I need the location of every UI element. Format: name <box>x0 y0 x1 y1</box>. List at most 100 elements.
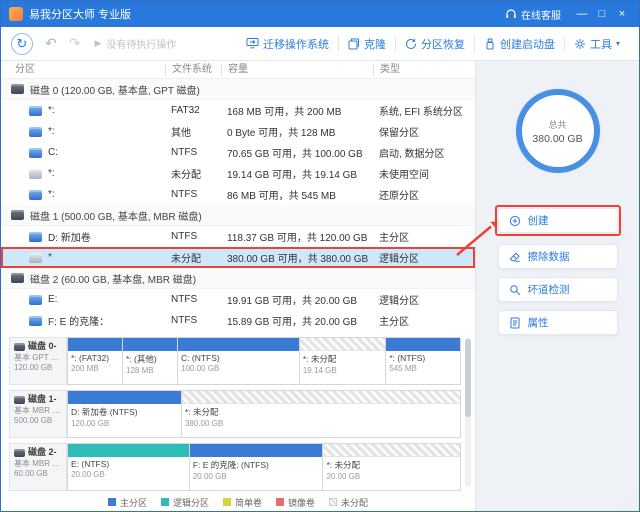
partition-table: 分区 文件系统 容量 类型 磁盘 0 (120.00 GB, 基本盘, GPT … <box>1 61 475 331</box>
disk-icon <box>11 273 24 283</box>
column-header-partition[interactable]: 分区 <box>9 64 165 76</box>
disk-map-segment[interactable]: C: (NTFS)100.00 GB <box>177 338 299 384</box>
column-header-filesystem[interactable]: 文件系统 <box>165 64 221 76</box>
partition-row[interactable]: *: NTFS 86 MB 可用，共 545 MB 还原分区 <box>1 184 475 205</box>
partition-name: *: <box>48 105 55 116</box>
partition-row[interactable]: *: 未分配 19.14 GB 可用，共 19.14 GB 未使用空间 <box>1 163 475 184</box>
disk-map-segment[interactable]: E: (NTFS)20.00 GB <box>67 444 189 490</box>
close-button[interactable]: × <box>613 5 631 23</box>
chevron-down-icon: ▾ <box>616 39 620 48</box>
disk-map-row-2: 磁盘 2- 基本 MBR 磁盘 60.00 GB E: (NTFS)20.00 … <box>9 443 461 491</box>
partition-icon <box>29 127 42 137</box>
refresh-button[interactable]: ↻ <box>11 33 33 55</box>
title-bar: 易我分区大师 专业版 在线客服 — □ × <box>1 1 639 27</box>
partition-name: *: <box>48 189 55 200</box>
partition-icon <box>29 232 42 242</box>
action-panel: 总共 380.00 GB 创建 擦除数据 坏道检测 <box>475 61 639 511</box>
disk-map-segment[interactable]: *: (其他)128 MB <box>122 338 177 384</box>
partition-type-legend: 主分区 逻辑分区 简单卷 镜像卷 未分配 <box>1 493 475 511</box>
partition-recovery-icon <box>405 38 417 50</box>
disk-group-header-1[interactable]: 磁盘 1 (500.00 GB, 基本盘, MBR 磁盘) <box>1 205 475 226</box>
partition-icon <box>29 190 42 200</box>
pending-operations-button[interactable]: ▶ 没有待执行操作 <box>94 36 176 51</box>
partition-name: * <box>48 252 52 263</box>
disk-map-segment[interactable]: *: (FAT32)200 MB <box>67 338 122 384</box>
create-bootable-media-button[interactable]: 创建启动盘 <box>475 36 564 52</box>
mirror-volume-swatch <box>276 498 284 506</box>
legend-item: 简单卷 <box>223 496 262 509</box>
properties-button[interactable]: 属性 <box>498 310 618 335</box>
legend-item: 未分配 <box>329 496 368 509</box>
legend-item: 逻辑分区 <box>161 496 209 509</box>
disk-map-label-1[interactable]: 磁盘 1- 基本 MBR 磁盘 500.00 GB <box>9 390 67 438</box>
donut-label: 总共 <box>548 118 566 131</box>
partition-icon <box>29 295 42 305</box>
erase-data-button[interactable]: 擦除数据 <box>498 244 618 269</box>
partition-icon <box>29 106 42 116</box>
tools-menu-button[interactable]: 工具 ▾ <box>565 36 629 52</box>
gear-icon <box>574 38 586 50</box>
disk-map-bar: D: 新加卷 (NTFS)120.00 GB *: 未分配380.00 GB <box>67 390 461 438</box>
disk-map-label-2[interactable]: 磁盘 2- 基本 MBR 磁盘 60.00 GB <box>9 443 67 491</box>
partition-capacity: 0 Byte 可用，共 128 MB <box>221 124 373 139</box>
disk-map-segment[interactable]: F: E 的克隆: (NTFS)20.00 GB <box>189 444 323 490</box>
partition-filesystem: NTFS <box>165 189 221 200</box>
partition-filesystem: NTFS <box>165 294 221 305</box>
scrollbar[interactable] <box>465 337 471 487</box>
partition-filesystem: FAT32 <box>165 105 221 116</box>
create-button[interactable]: 创建 <box>498 208 618 233</box>
disk-group-header-2[interactable]: 磁盘 2 (60.00 GB, 基本盘, MBR 磁盘) <box>1 268 475 289</box>
disk-map-segment[interactable]: D: 新加卷 (NTFS)120.00 GB <box>67 391 181 437</box>
scrollbar-thumb[interactable] <box>465 339 471 417</box>
clone-icon <box>348 38 360 50</box>
partition-row[interactable]: *: 其他 0 Byte 可用，共 128 MB 保留分区 <box>1 121 475 142</box>
create-label: 创建 <box>528 213 549 228</box>
bad-sector-test-button[interactable]: 坏道检测 <box>498 277 618 302</box>
disk-icon <box>14 343 25 351</box>
donut-value: 380.00 GB <box>532 133 582 145</box>
partition-row-selected[interactable]: * 未分配 380.00 GB 可用，共 380.00 GB 逻辑分区 <box>1 247 475 268</box>
column-header-capacity[interactable]: 容量 <box>221 64 373 76</box>
partition-row[interactable]: D: 新加卷 NTFS 118.37 GB 可用，共 120.00 GB 主分区 <box>1 226 475 247</box>
migrate-os-button[interactable]: 迁移操作系统 <box>237 36 338 52</box>
capacity-donut: 总共 380.00 GB <box>516 89 600 173</box>
eraser-icon <box>509 251 521 263</box>
partition-type: 逻辑分区 <box>373 250 475 265</box>
minimize-button[interactable]: — <box>573 5 591 23</box>
partition-recovery-button[interactable]: 分区恢复 <box>396 36 474 52</box>
clone-label: 克隆 <box>364 36 386 52</box>
partition-type: 启动, 数据分区 <box>373 145 475 160</box>
online-support-button[interactable]: 在线客服 <box>505 7 561 22</box>
partition-row[interactable]: *: FAT32 168 MB 可用，共 200 MB 系统, EFI 系统分区 <box>1 100 475 121</box>
partition-capacity: 70.65 GB 可用，共 100.00 GB <box>221 145 373 160</box>
partition-name: D: 新加卷 <box>48 229 91 244</box>
disk-map-segment[interactable]: *: (NTFS)545 MB <box>385 338 460 384</box>
partition-capacity: 380.00 GB 可用，共 380.00 GB <box>221 250 373 265</box>
migrate-os-label: 迁移操作系统 <box>263 36 329 52</box>
clone-button[interactable]: 克隆 <box>339 36 395 52</box>
table-header: 分区 文件系统 容量 类型 <box>1 61 475 79</box>
disk-group-header-0[interactable]: 磁盘 0 (120.00 GB, 基本盘, GPT 磁盘) <box>1 79 475 100</box>
tools-menu-label: 工具 <box>590 36 612 52</box>
partition-row[interactable]: C: NTFS 70.65 GB 可用，共 100.00 GB 启动, 数据分区 <box>1 142 475 163</box>
partition-capacity: 19.91 GB 可用，共 20.00 GB <box>221 292 373 307</box>
redo-button[interactable]: ↷ <box>69 35 81 52</box>
partition-capacity: 15.89 GB 可用，共 20.00 GB <box>221 313 373 328</box>
maximize-button[interactable]: □ <box>593 5 611 23</box>
undo-button[interactable]: ↶ <box>45 35 57 52</box>
execute-icon: ▶ <box>94 38 101 49</box>
partition-row[interactable]: F: E 的克隆： NTFS 15.89 GB 可用，共 20.00 GB 主分… <box>1 310 475 331</box>
column-header-type[interactable]: 类型 <box>373 64 475 76</box>
online-support-label: 在线客服 <box>521 7 561 22</box>
pending-operations-label: 没有待执行操作 <box>106 36 176 51</box>
disk-map-segment-unallocated[interactable]: *: 未分配380.00 GB <box>181 391 460 437</box>
partition-name: C: <box>48 147 58 158</box>
partition-type: 还原分区 <box>373 187 475 202</box>
disk-map-segment-unallocated[interactable]: *: 未分配20.00 GB <box>322 444 460 490</box>
primary-partition-swatch <box>108 498 116 506</box>
disk-group-label: 磁盘 1 (500.00 GB, 基本盘, MBR 磁盘) <box>30 208 202 223</box>
partition-filesystem: 其他 <box>165 124 221 139</box>
disk-map-segment-unallocated[interactable]: *: 未分配19.14 GB <box>299 338 385 384</box>
disk-map-label-0[interactable]: 磁盘 0- 基本 GPT 磁盘 120.00 GB <box>9 337 67 385</box>
partition-row[interactable]: E: NTFS 19.91 GB 可用，共 20.00 GB 逻辑分区 <box>1 289 475 310</box>
